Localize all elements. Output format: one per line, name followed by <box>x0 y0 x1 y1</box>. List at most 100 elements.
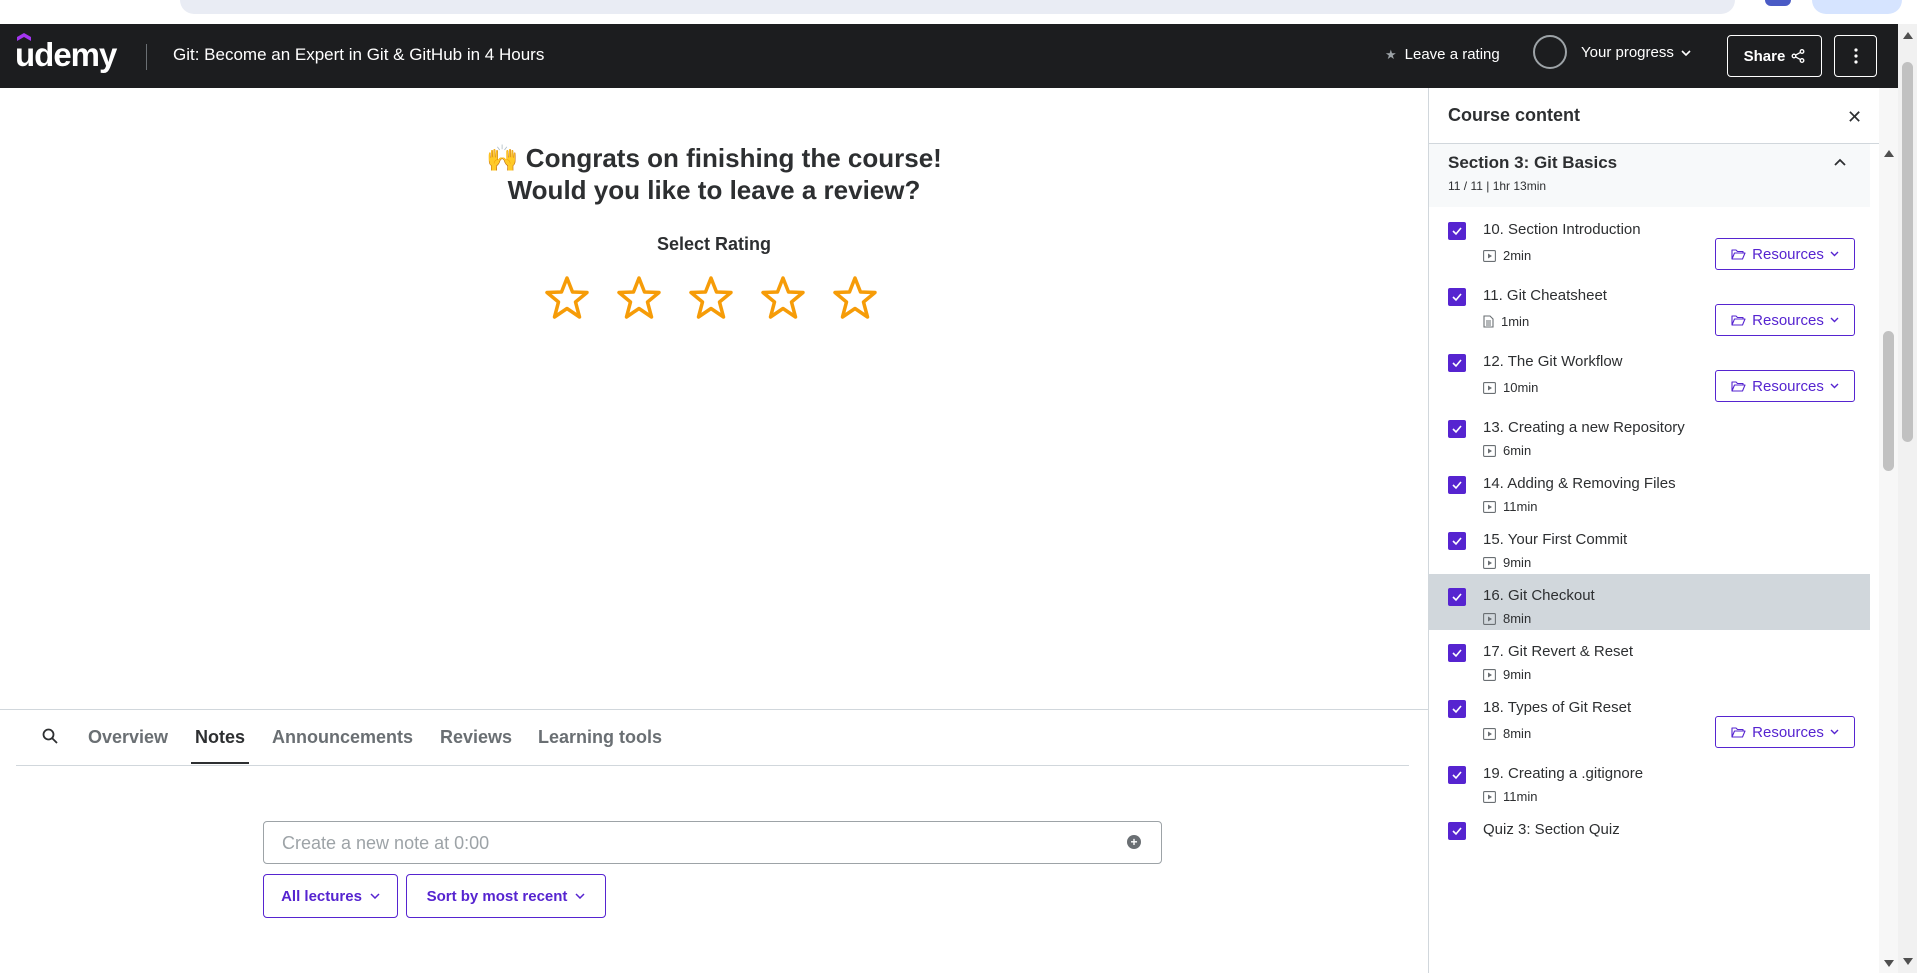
lecture-title: 11. Git Cheatsheet <box>1483 287 1607 304</box>
star-1-icon[interactable] <box>543 274 591 322</box>
lecture-title: 14. Adding & Removing Files <box>1483 475 1676 492</box>
resources-label: Resources <box>1752 245 1824 263</box>
course-header: udemy Git: Become an Expert in Git & Git… <box>0 24 1898 88</box>
lecture-row[interactable]: 17. Git Revert & Reset 9min <box>1429 630 1870 686</box>
star-3-icon[interactable] <box>687 274 735 322</box>
lecture-row[interactable]: Quiz 3: Section Quiz <box>1429 808 1870 864</box>
scroll-down-arrow-icon[interactable] <box>1903 958 1913 965</box>
new-note-input[interactable]: Create a new note at 0:00 <box>263 821 1162 864</box>
completed-checkbox[interactable] <box>1448 822 1466 840</box>
sort-label: Sort by most recent <box>426 887 568 905</box>
lecture-row[interactable]: 19. Creating a .gitignore 11min <box>1429 752 1870 808</box>
check-icon <box>1452 359 1462 368</box>
active-tab-indicator <box>191 762 249 764</box>
lecture-row[interactable]: 10. Section Introduction 2min Resources <box>1429 208 1870 274</box>
resources-button[interactable]: Resources <box>1715 370 1855 402</box>
chevron-down-icon <box>1830 729 1839 735</box>
completed-checkbox[interactable] <box>1448 766 1466 784</box>
video-icon <box>1483 727 1496 740</box>
search-icon[interactable] <box>41 727 59 745</box>
course-title[interactable]: Git: Become an Expert in Git & GitHub in… <box>173 45 544 65</box>
check-icon <box>1452 593 1462 602</box>
page-scrollbar[interactable] <box>1898 24 1917 973</box>
tab-notes[interactable]: Notes <box>195 727 245 748</box>
scroll-up-arrow-icon[interactable] <box>1903 32 1913 39</box>
lecture-row[interactable]: 13. Creating a new Repository 6min <box>1429 406 1870 462</box>
lecture-duration: 2min <box>1503 248 1532 263</box>
scroll-down-arrow-icon[interactable] <box>1884 960 1894 967</box>
check-icon <box>1452 649 1462 658</box>
lecture-row[interactable]: 18. Types of Git Reset 8min Resources <box>1429 686 1870 752</box>
address-bar[interactable] <box>180 0 1735 14</box>
completed-checkbox[interactable] <box>1448 532 1466 550</box>
lecture-meta: 8min <box>1483 611 1531 626</box>
lecture-row[interactable]: 15. Your First Commit 9min <box>1429 518 1870 574</box>
completed-checkbox[interactable] <box>1448 588 1466 606</box>
leave-rating-button[interactable]: ★ Leave a rating <box>1385 46 1500 63</box>
lecture-title: 17. Git Revert & Reset <box>1483 643 1634 660</box>
tab-overview[interactable]: Overview <box>88 727 168 748</box>
profile-avatar[interactable] <box>1765 0 1791 6</box>
review-title-line2: Would you like to leave a review? <box>507 175 921 205</box>
chevron-down-icon <box>1681 49 1691 56</box>
sidebar-scrollbar[interactable] <box>1879 88 1898 973</box>
chevron-down-icon <box>370 893 380 899</box>
your-progress-label: Your progress <box>1581 44 1674 61</box>
share-label: Share <box>1743 47 1786 65</box>
completed-checkbox[interactable] <box>1448 222 1466 240</box>
udemy-logo[interactable]: udemy <box>15 33 117 74</box>
tab-reviews[interactable]: Reviews <box>440 727 512 748</box>
add-note-icon[interactable]: + <box>1127 835 1141 849</box>
all-lectures-dropdown[interactable]: All lectures <box>263 874 398 918</box>
lecture-title: 12. The Git Workflow <box>1483 353 1623 370</box>
lecture-meta: 2min <box>1483 248 1531 263</box>
resources-button[interactable]: Resources <box>1715 304 1855 336</box>
scroll-up-arrow-icon[interactable] <box>1884 150 1894 157</box>
lecture-row[interactable]: 11. Git Cheatsheet 1min Resources <box>1429 274 1870 340</box>
star-4-icon[interactable] <box>759 274 807 322</box>
chevron-down-icon <box>1830 251 1839 257</box>
header-divider <box>146 44 147 70</box>
video-icon <box>1483 500 1496 513</box>
completed-checkbox[interactable] <box>1448 288 1466 306</box>
check-icon <box>1452 481 1462 490</box>
scroll-thumb[interactable] <box>1883 331 1894 471</box>
progress-ring-icon[interactable] <box>1533 35 1567 69</box>
completed-checkbox[interactable] <box>1448 644 1466 662</box>
star-2-icon[interactable] <box>615 274 663 322</box>
lecture-meta: 11min <box>1483 789 1537 804</box>
lecture-row[interactable]: 16. Git Checkout 8min <box>1429 574 1870 630</box>
lecture-row[interactable]: 14. Adding & Removing Files 11min <box>1429 462 1870 518</box>
check-icon <box>1452 537 1462 546</box>
lecture-meta: 6min <box>1483 443 1531 458</box>
more-options-button[interactable] <box>1834 35 1877 77</box>
section-header[interactable]: Section 3: Git Basics 11 / 11 | 1hr 13mi… <box>1429 144 1870 207</box>
completed-checkbox[interactable] <box>1448 420 1466 438</box>
scroll-thumb[interactable] <box>1902 62 1913 442</box>
video-icon <box>1483 381 1496 394</box>
lecture-meta: 9min <box>1483 555 1531 570</box>
completed-checkbox[interactable] <box>1448 700 1466 718</box>
star-5-icon[interactable] <box>831 274 879 322</box>
tab-learning-tools[interactable]: Learning tools <box>538 727 662 748</box>
resources-button[interactable]: Resources <box>1715 238 1855 270</box>
resources-button[interactable]: Resources <box>1715 716 1855 748</box>
sidebar-title: Course content <box>1448 105 1581 125</box>
folder-open-icon <box>1731 249 1746 260</box>
section-title: Section 3: Git Basics <box>1448 153 1618 172</box>
lecture-duration: 8min <box>1503 726 1532 741</box>
completed-checkbox[interactable] <box>1448 354 1466 372</box>
completed-checkbox[interactable] <box>1448 476 1466 494</box>
share-button[interactable]: Share <box>1727 35 1822 77</box>
your-progress-button[interactable]: Your progress <box>1581 44 1691 61</box>
video-icon <box>1483 668 1496 681</box>
tab-announcements[interactable]: Announcements <box>272 727 413 748</box>
lecture-duration: 11min <box>1503 499 1538 514</box>
chevron-down-icon <box>575 893 585 899</box>
lecture-duration: 9min <box>1503 667 1532 682</box>
lecture-row[interactable]: 12. The Git Workflow 10min Resources <box>1429 340 1870 406</box>
sort-dropdown[interactable]: Sort by most recent <box>406 874 606 918</box>
browser-button[interactable] <box>1812 0 1902 14</box>
lecture-meta: 1min <box>1483 314 1529 329</box>
close-icon[interactable]: ✕ <box>1847 107 1862 128</box>
